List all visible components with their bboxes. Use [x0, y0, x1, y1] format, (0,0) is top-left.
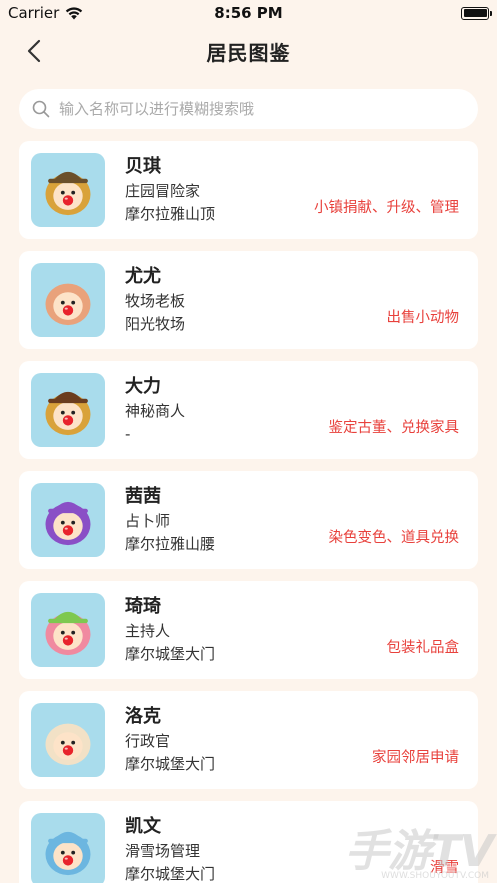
search-icon: [32, 100, 50, 118]
status-bar: Carrier 8:56 PM: [0, 0, 497, 26]
search-input[interactable]: [59, 100, 466, 118]
resident-name: 洛克: [125, 706, 161, 727]
resident-name: 尤尤: [125, 266, 161, 287]
resident-info: 大力 神秘商人 -: [125, 374, 185, 446]
resident-service: 鉴定古董、兑换家具: [328, 420, 460, 436]
status-left: Carrier: [8, 4, 83, 22]
resident-service: 出售小动物: [386, 310, 460, 326]
resident-role: 主持人: [125, 622, 171, 640]
carrier-label: Carrier: [8, 4, 60, 22]
resident-location: 摩尔拉雅山顶: [125, 205, 216, 223]
resident-card[interactable]: 茜茜 占卜师 摩尔拉雅山腰 染色变色、道具兑换: [19, 471, 478, 569]
resident-name: 茜茜: [125, 486, 161, 507]
resident-name: 大力: [125, 376, 161, 397]
nav-bar: 居民图鉴: [0, 26, 497, 76]
resident-info: 贝琪 庄园冒险家 摩尔拉雅山顶: [125, 154, 215, 226]
wifi-icon: [66, 6, 83, 19]
resident-location: 摩尔拉雅山腰: [125, 535, 216, 553]
resident-service: 家园邻居申请: [372, 750, 459, 766]
resident-info: 琦琦 主持人 摩尔城堡大门: [125, 594, 215, 666]
resident-info: 洛克 行政官 摩尔城堡大门: [125, 704, 215, 776]
resident-card[interactable]: 洛克 行政官 摩尔城堡大门 家园邻居申请: [19, 691, 478, 789]
battery-icon: [461, 6, 492, 20]
resident-card[interactable]: 大力 神秘商人 - 鉴定古董、兑换家具: [19, 361, 478, 459]
resident-avatar: [31, 373, 105, 447]
resident-card[interactable]: 琦琦 主持人 摩尔城堡大门 包装礼品盒: [19, 581, 478, 679]
resident-location: 摩尔城堡大门: [125, 755, 216, 773]
resident-location: 摩尔城堡大门: [125, 865, 216, 883]
resident-avatar: [31, 593, 105, 667]
resident-name: 贝琪: [125, 156, 161, 177]
resident-service: 滑雪: [430, 860, 459, 876]
resident-location: -: [125, 425, 131, 443]
resident-avatar: [31, 483, 105, 557]
resident-avatar: [31, 263, 105, 337]
resident-list: 贝琪 庄园冒险家 摩尔拉雅山顶 小镇捐献、升级、管理 尤尤 牧场老板 阳光牧场 …: [0, 129, 497, 883]
resident-card[interactable]: 尤尤 牧场老板 阳光牧场 出售小动物: [19, 251, 478, 349]
page-title: 居民图鉴: [206, 40, 291, 65]
resident-role: 庄园冒险家: [125, 182, 201, 200]
back-button[interactable]: [22, 38, 48, 64]
resident-service: 染色变色、道具兑换: [328, 530, 460, 546]
resident-service: 包装礼品盒: [386, 640, 460, 656]
resident-role: 滑雪场管理: [125, 842, 201, 860]
resident-info: 凯文 滑雪场管理 摩尔城堡大门: [125, 814, 215, 883]
resident-role: 牧场老板: [125, 292, 186, 310]
resident-role: 行政官: [125, 732, 171, 750]
resident-card[interactable]: 贝琪 庄园冒险家 摩尔拉雅山顶 小镇捐献、升级、管理: [19, 141, 478, 239]
resident-info: 尤尤 牧场老板 阳光牧场: [125, 264, 185, 336]
resident-role: 占卜师: [125, 512, 171, 530]
chevron-left-icon: [27, 39, 41, 63]
resident-role: 神秘商人: [125, 402, 186, 420]
resident-name: 凯文: [125, 816, 161, 837]
resident-service: 小镇捐献、升级、管理: [314, 200, 459, 216]
resident-avatar: [31, 703, 105, 777]
resident-location: 阳光牧场: [125, 315, 186, 333]
resident-name: 琦琦: [125, 596, 161, 617]
resident-card[interactable]: 凯文 滑雪场管理 摩尔城堡大门 滑雪: [19, 801, 478, 883]
resident-location: 摩尔城堡大门: [125, 645, 216, 663]
search-bar[interactable]: [19, 89, 478, 129]
resident-avatar: [31, 813, 105, 883]
resident-avatar: [31, 153, 105, 227]
resident-info: 茜茜 占卜师 摩尔拉雅山腰: [125, 484, 215, 556]
